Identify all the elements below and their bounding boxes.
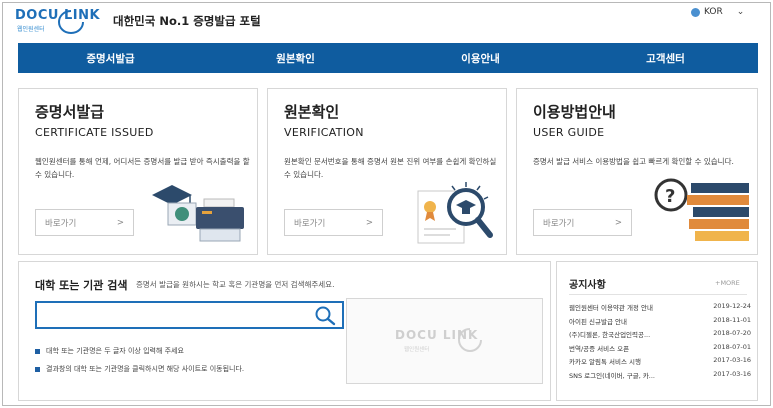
search-input[interactable] [41,306,301,324]
notice-item[interactable]: SNS 로그인(네이버, 구글, 카... 2017-03-16 [569,370,751,384]
go-button[interactable]: 바로가기 > [284,209,383,236]
notice-item-title: 웹인원센터 이용약관 개정 안내 [569,304,653,312]
notice-item[interactable]: 번역/공증 서비스 오픈 2018-07-01 [569,343,751,357]
logo-subtext: 웹인원센터 [17,26,45,33]
card-description: 증명서 발급 서비스 이용방법을 쉽고 빠르게 확인할 수 있습니다. [533,157,734,166]
watermark-subtext: 웹인원센터 [404,347,430,353]
notice-item-date: 2018-07-20 [713,329,751,337]
go-button-label: 바로가기 [294,218,326,229]
chevron-right-icon: > [116,217,124,228]
card-title-en: CERTIFICATE ISSUED [35,126,154,139]
site-title: 대한민국 No.1 증명발급 포털 [113,14,261,28]
search-note: 결과창의 대학 또는 기관명을 클릭하시면 해당 사이트로 이동됩니다. [46,365,245,373]
notice-item-date: 2019-12-24 [713,302,751,310]
books-question-illustration-icon: ? [654,178,749,241]
search-title: 대학 또는 기관 검색 [35,279,128,292]
printer-illustration-icon [152,185,244,242]
card-title-en: USER GUIDE [533,126,605,139]
notice-item-title: 아이핀 신규발급 안내 [569,317,627,326]
language-selector[interactable]: KOR ⌄ [691,7,744,17]
card-verification: 원본확인 VERIFICATION 원본확인 문서번호을 통해 증명서 원본 진… [267,88,507,255]
card-title-ko: 원본확인 [284,103,340,121]
notice-list: 웹인원센터 이용약관 개정 안내 2019-12-24 아이핀 신규발급 안내 20… [569,302,751,383]
notice-item-title: 번역/공증 서비스 오픈 [569,344,630,353]
card-certificate: 증명서발급 CERTIFICATE ISSUED 웹인원센터를 통해 언제, 어… [18,88,258,255]
bullet-square-icon [35,366,40,372]
notice-item-date: 2017-03-16 [713,369,751,378]
svg-text:?: ? [665,186,675,207]
main-nav: 증명서발급 원본확인 이용안내 고객센터 [18,43,758,73]
search-result-box: DOCU LINK 웹인원센터 [346,298,543,384]
notice-item[interactable]: (주)디젤론, 한국산업인력공... 2018-07-20 [569,329,751,343]
notice-item-date: 2018-11-01 [713,315,751,324]
search-box [35,301,344,329]
search-subtitle: 증명서 발급을 원하시는 학교 혹은 기관명을 먼저 검색해주세요. [136,280,335,289]
card-title-en: VERIFICATION [284,126,364,139]
notice-item-title: 카카오 알림톡 서비스 시행 [569,358,641,366]
more-link[interactable]: +MORE [715,279,740,287]
go-button-label: 바로가기 [543,218,575,229]
notice-panel: 공지사항 +MORE 웹인원센터 이용약관 개정 안내 2019-12-24 아이… [556,261,758,401]
nav-certificate[interactable]: 증명서발급 [18,43,203,73]
page-frame: DOCU LINK 웹인원센터 대한민국 No.1 증명발급 포털 KOR ⌄ … [2,2,771,406]
chevron-down-icon: ⌄ [736,7,745,17]
language-label: KOR [704,7,723,17]
globe-icon [691,7,700,17]
notice-item-title: (주)디젤론, 한국산업인력공... [569,331,651,339]
notice-item-date: 2018-07-01 [713,342,751,351]
logo-text: DOCU LINK [15,8,101,23]
notice-item-date: 2017-03-16 [713,356,751,364]
magnifier-certificate-illustration-icon [417,182,493,244]
card-title-ko: 이용방법안내 [533,103,616,121]
card-title-ko: 증명서발급 [35,103,105,121]
notice-title: 공지사항 [569,280,606,291]
go-button[interactable]: 바로가기 > [35,209,134,236]
notice-item[interactable]: 아이핀 신규발급 안내 2018-11-01 [569,316,751,330]
notice-item-title: SNS 로그인(네이버, 구글, 카... [569,371,655,380]
search-note: 대학 또는 기관명은 두 글자 이상 입력해 주세요 [46,347,184,355]
nav-guide[interactable]: 이용안내 [388,43,573,73]
go-button-label: 바로가기 [45,218,77,229]
go-button[interactable]: 바로가기 > [533,209,632,236]
search-notes: 대학 또는 기관명은 두 글자 이상 입력해 주세요 결과창의 대학 또는 기관… [35,342,244,378]
bullet-square-icon [35,348,40,354]
institution-search-panel: 대학 또는 기관 검색 증명서 발급을 원하시는 학교 혹은 기관명을 먼저 검… [18,261,551,401]
chevron-right-icon: > [614,217,622,228]
chevron-right-icon: > [365,217,373,228]
nav-verification[interactable]: 원본확인 [203,43,388,73]
notice-item[interactable]: 웹인원센터 이용약관 개정 안내 2019-12-24 [569,302,751,316]
divider [569,294,747,295]
nav-customer-center[interactable]: 고객센터 [573,43,758,73]
card-user-guide: 이용방법안내 USER GUIDE 증명서 발급 서비스 이용방법을 쉽고 빠르… [516,88,758,255]
watermark-text: DOCU LINK [395,328,479,342]
notice-item[interactable]: 카카오 알림톡 서비스 시행 2017-03-16 [569,356,751,370]
search-icon[interactable] [314,306,336,326]
